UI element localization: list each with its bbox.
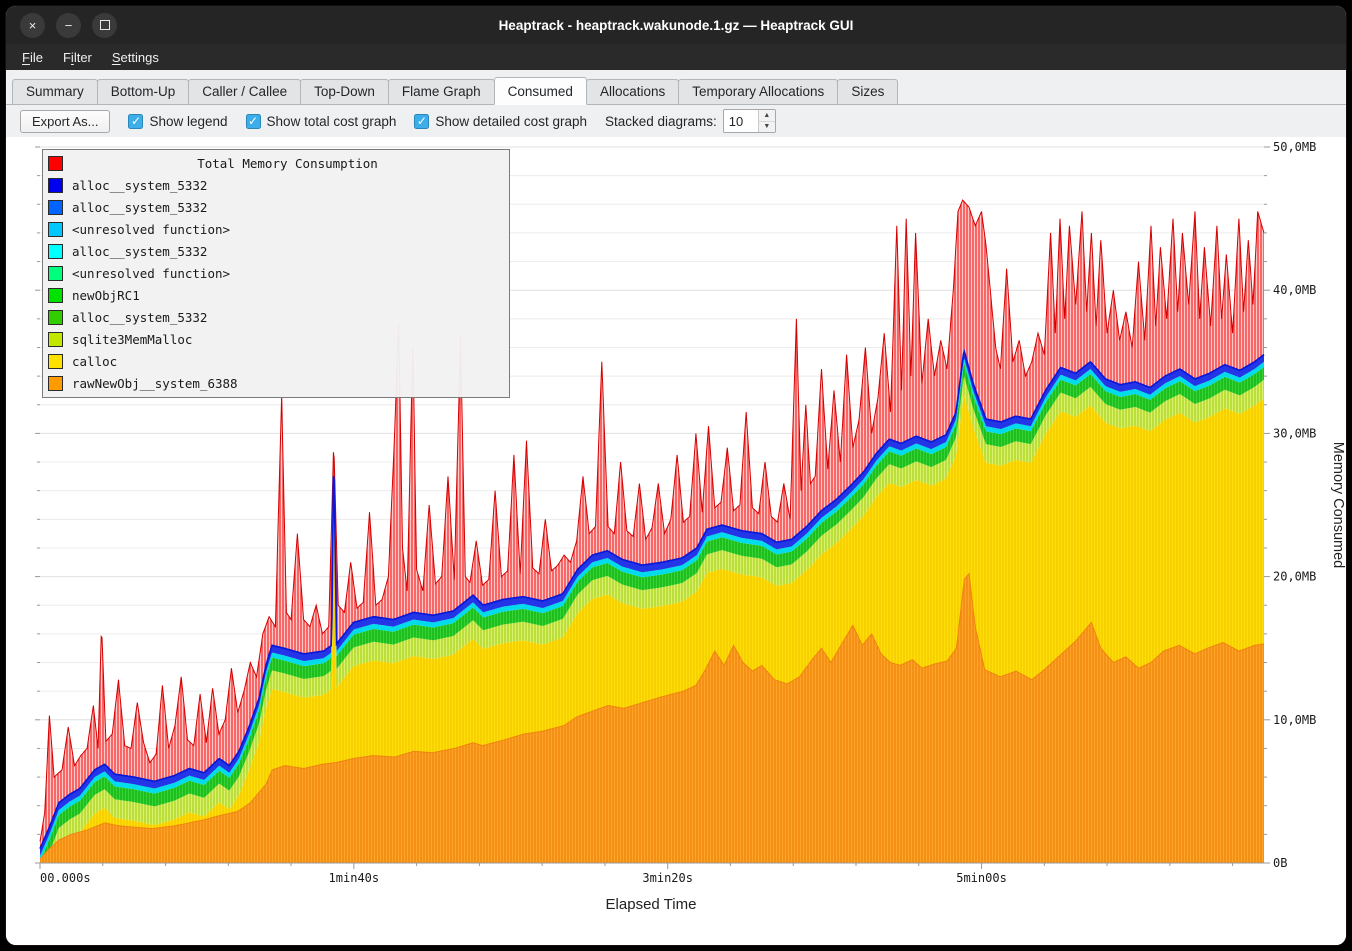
legend-swatch bbox=[48, 178, 63, 193]
legend-item-label: sqlite3MemMalloc bbox=[72, 332, 192, 347]
legend-item: alloc__system_5332 bbox=[43, 196, 509, 218]
tab-allocations[interactable]: Allocations bbox=[586, 79, 679, 104]
checkbox-show-total-cost-graph[interactable]: ✓ Show total cost graph bbox=[246, 114, 397, 129]
checkbox-check-icon: ✓ bbox=[128, 114, 143, 129]
tab-top-down[interactable]: Top-Down bbox=[300, 79, 389, 104]
legend-item-label: calloc bbox=[72, 354, 117, 369]
legend-item-label: rawNewObj__system_6388 bbox=[72, 376, 238, 391]
legend-swatch bbox=[48, 288, 63, 303]
checkbox-check-icon: ✓ bbox=[414, 114, 429, 129]
y-axis-title: Memory Consumed bbox=[1330, 442, 1346, 569]
legend-item-label: <unresolved function> bbox=[72, 222, 230, 237]
legend-item: alloc__system_5332 bbox=[43, 174, 509, 196]
tab-consumed[interactable]: Consumed bbox=[494, 77, 587, 105]
menu-bar: FileFilterSettings bbox=[6, 44, 1346, 70]
legend-item: alloc__system_5332 bbox=[43, 306, 509, 328]
legend-item: <unresolved function> bbox=[43, 218, 509, 240]
checkbox-label: Show legend bbox=[149, 114, 227, 129]
stacked-diagrams-label: Stacked diagrams: bbox=[605, 114, 717, 129]
menu-item-filter[interactable]: Filter bbox=[53, 47, 102, 68]
legend-title-row: Total Memory Consumption bbox=[43, 152, 509, 174]
checkbox-label: Show total cost graph bbox=[267, 114, 397, 129]
legend-swatch bbox=[48, 376, 63, 391]
legend-item-label: <unresolved function> bbox=[72, 266, 230, 281]
window-controls: × − bbox=[20, 13, 117, 38]
y-tick-label: 0B bbox=[1273, 856, 1287, 870]
legend-swatch bbox=[48, 354, 63, 369]
legend-swatch bbox=[48, 332, 63, 347]
stacked-diagrams-spinner[interactable]: 10 ▲ ▼ bbox=[723, 109, 776, 133]
checkbox-group: ✓ Show legend ✓ Show total cost graph ✓ Show … bbox=[128, 114, 587, 129]
checkbox-show-legend[interactable]: ✓ Show legend bbox=[128, 114, 227, 129]
y-tick-label: 40,0MB bbox=[1273, 283, 1316, 297]
tab-sizes[interactable]: Sizes bbox=[837, 79, 898, 104]
spinner-down-icon[interactable]: ▼ bbox=[759, 122, 775, 133]
legend-item: alloc__system_5332 bbox=[43, 240, 509, 262]
tab-caller-callee[interactable]: Caller / Callee bbox=[188, 79, 301, 104]
legend-item: sqlite3MemMalloc bbox=[43, 328, 509, 350]
menu-item-settings[interactable]: Settings bbox=[102, 47, 169, 68]
legend-item-label: alloc__system_5332 bbox=[72, 244, 207, 259]
spinner-value[interactable]: 10 bbox=[724, 110, 758, 132]
app-window: × − Heaptrack - heaptrack.wakunode.1.gz … bbox=[6, 6, 1346, 945]
minimize-icon: − bbox=[65, 18, 73, 33]
legend-swatch bbox=[48, 222, 63, 237]
maximize-icon bbox=[100, 20, 110, 30]
menu-item-file[interactable]: File bbox=[12, 47, 53, 68]
tab-bar: SummaryBottom-UpCaller / CalleeTop-DownF… bbox=[6, 70, 1346, 105]
legend-swatch bbox=[48, 266, 63, 281]
legend-item: newObjRC1 bbox=[43, 284, 509, 306]
x-axis-title: Elapsed Time bbox=[606, 896, 697, 913]
y-tick-label: 10,0MB bbox=[1273, 713, 1316, 727]
close-icon: × bbox=[29, 18, 37, 33]
legend-item-label: newObjRC1 bbox=[72, 288, 140, 303]
maximize-button[interactable] bbox=[92, 13, 117, 38]
checkbox-show-detailed-cost-graph[interactable]: ✓ Show detailed cost graph bbox=[414, 114, 587, 129]
x-tick-label: 3min20s bbox=[642, 871, 693, 885]
x-tick-label: 00.000s bbox=[40, 871, 91, 885]
y-tick-label: 30,0MB bbox=[1273, 426, 1316, 440]
legend-item-label: alloc__system_5332 bbox=[72, 310, 207, 325]
x-tick-label: 1min40s bbox=[329, 871, 380, 885]
close-button[interactable]: × bbox=[20, 13, 45, 38]
legend-item: rawNewObj__system_6388 bbox=[43, 372, 509, 394]
checkbox-label: Show detailed cost graph bbox=[435, 114, 587, 129]
spinner-buttons: ▲ ▼ bbox=[758, 110, 775, 132]
legend-item: calloc bbox=[43, 350, 509, 372]
y-tick-label: 50,0MB bbox=[1273, 140, 1316, 154]
tab-temporary-allocations[interactable]: Temporary Allocations bbox=[678, 79, 838, 104]
legend-swatch bbox=[48, 310, 63, 325]
checkbox-check-icon: ✓ bbox=[246, 114, 261, 129]
chart-legend: Total Memory Consumption alloc__system_53… bbox=[42, 149, 510, 398]
y-tick-label: 20,0MB bbox=[1273, 570, 1316, 584]
title-bar: × − Heaptrack - heaptrack.wakunode.1.gz … bbox=[6, 6, 1346, 44]
tab-summary[interactable]: Summary bbox=[12, 79, 98, 104]
tab-bottom-up[interactable]: Bottom-Up bbox=[97, 79, 190, 104]
x-tick-label: 5min00s bbox=[956, 871, 1007, 885]
legend-swatch bbox=[48, 200, 63, 215]
toolbar: Export As... ✓ Show legend ✓ Show total cos… bbox=[6, 105, 1346, 137]
tab-flame-graph[interactable]: Flame Graph bbox=[388, 79, 495, 104]
minimize-button[interactable]: − bbox=[56, 13, 81, 38]
spinner-up-icon[interactable]: ▲ bbox=[759, 110, 775, 122]
legend-item-label: alloc__system_5332 bbox=[72, 178, 207, 193]
export-as-button[interactable]: Export As... bbox=[20, 110, 110, 133]
chart-area[interactable]: 00.000s 1min40s 3min20s 5min00s 0B 10,0MB 20,0… bbox=[6, 137, 1346, 945]
legend-swatch bbox=[48, 156, 63, 171]
legend-item: <unresolved function> bbox=[43, 262, 509, 284]
legend-swatch bbox=[48, 244, 63, 259]
legend-title: Total Memory Consumption bbox=[72, 156, 503, 171]
window-title: Heaptrack - heaptrack.wakunode.1.gz — He… bbox=[6, 18, 1346, 33]
legend-item-label: alloc__system_5332 bbox=[72, 200, 207, 215]
